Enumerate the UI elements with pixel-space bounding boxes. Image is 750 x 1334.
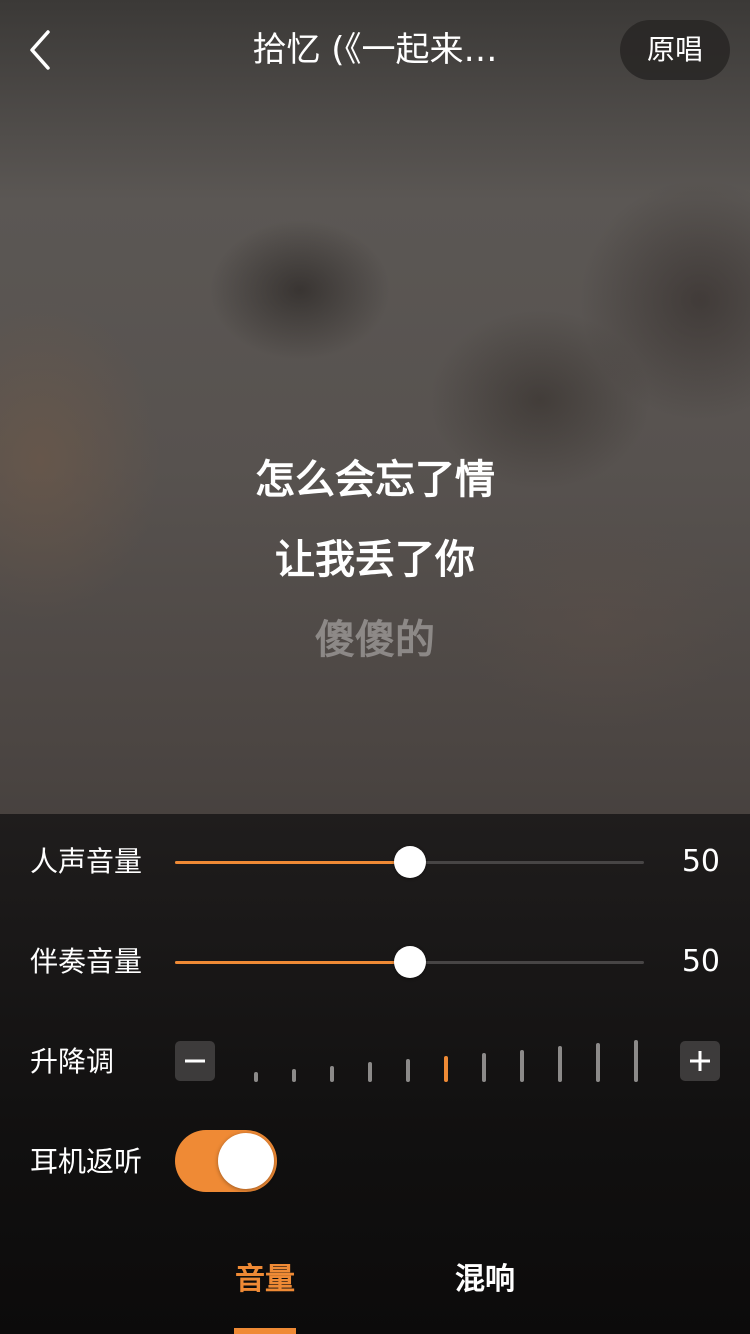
vocal-volume-label: 人声音量 — [30, 845, 143, 878]
pitch-tick — [292, 1069, 296, 1082]
ear-monitor-label: 耳机返听 — [30, 1145, 143, 1178]
pitch-down-button[interactable] — [175, 1041, 215, 1081]
back-button[interactable] — [24, 26, 64, 74]
pitch-tick — [406, 1059, 410, 1082]
lyric-line-upcoming: 傻傻的 — [315, 617, 435, 663]
slider-thumb[interactable] — [394, 946, 426, 978]
pitch-tick — [330, 1066, 334, 1082]
slider-fill — [175, 861, 410, 864]
pitch-label: 升降调 — [30, 1045, 115, 1078]
tab-volume[interactable]: 音量 — [205, 1258, 325, 1302]
pitch-tick — [444, 1056, 448, 1082]
accompaniment-volume-label: 伴奏音量 — [30, 945, 143, 978]
lyric-line: 怎么会忘了情 — [255, 457, 495, 503]
original-vocal-button[interactable]: 原唱 — [620, 20, 730, 80]
lyric-line: 让我丢了你 — [275, 537, 475, 583]
slider-fill — [175, 961, 410, 964]
pitch-tick — [596, 1043, 600, 1082]
pitch-tick — [254, 1072, 258, 1082]
song-title: 拾忆 (《一起来… — [252, 30, 498, 70]
accompaniment-volume-slider[interactable] — [175, 946, 644, 978]
ear-monitor-toggle[interactable] — [175, 1130, 277, 1192]
tab-reverb[interactable]: 混响 — [425, 1258, 545, 1302]
active-tab-indicator — [234, 1328, 296, 1334]
pitch-up-button[interactable] — [680, 1041, 720, 1081]
slider-thumb[interactable] — [394, 846, 426, 878]
pitch-tick — [558, 1046, 562, 1082]
pitch-tick — [520, 1050, 524, 1082]
pitch-tick — [368, 1062, 372, 1082]
vocal-volume-value: 50 — [681, 844, 720, 879]
pitch-tick — [482, 1053, 486, 1082]
minus-icon — [185, 1059, 205, 1063]
plus-icon — [690, 1051, 710, 1071]
vocal-volume-slider[interactable] — [175, 846, 644, 878]
accompaniment-volume-value: 50 — [681, 944, 720, 979]
toggle-knob — [218, 1133, 274, 1189]
chevron-left-icon — [30, 30, 50, 70]
pitch-tick — [634, 1040, 638, 1082]
